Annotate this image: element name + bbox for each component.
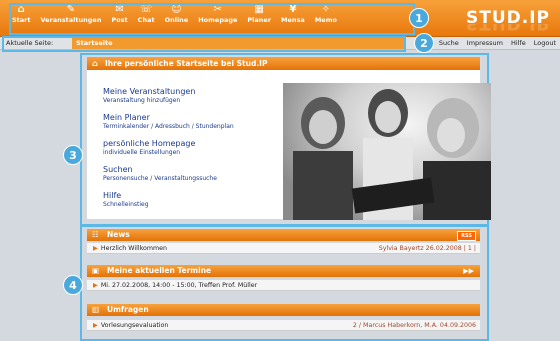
umfragen-title: Umfragen [107, 305, 149, 314]
link-impressum[interactable]: Impressum [467, 37, 503, 49]
start-panel-header: ⌂ Ihre persönliche Startseite bei Stud.I… [87, 57, 480, 70]
expand-arrow-icon[interactable]: ▶ [93, 245, 98, 252]
link-meine-veranstaltungen[interactable]: Meine Veranstaltungen [103, 87, 273, 96]
news-item[interactable]: ▶ Herzlich Willkommen Sylvia Bayertz 26.0… [87, 243, 480, 254]
termine-header: ▣ Meine aktuellen Termine ▶▶ [87, 265, 480, 277]
link-homepage[interactable]: persönliche Homepage [103, 139, 273, 148]
umfrage-item[interactable]: ▶ Vorlesungsevaluation 2 / Marcus Haberko… [87, 320, 480, 331]
start-panel: ⌂ Ihre persönliche Startseite bei Stud.I… [87, 57, 491, 220]
link-mein-planer[interactable]: Mein Planer [103, 113, 273, 122]
link-hilfe-start[interactable]: Hilfe [103, 191, 273, 200]
link-veranstaltung-hinzufuegen[interactable]: Veranstaltung hinzufügen [103, 97, 273, 104]
expand-arrow-icon[interactable]: ▶ [93, 282, 98, 289]
link-logout[interactable]: Logout [534, 37, 556, 49]
news-item-meta: Sylvia Bayertz 26.02.2008 | 1 | [378, 245, 476, 252]
link-suchen-sub[interactable]: Personensuche / Veranstaltungssuche [103, 175, 273, 182]
expand-arrow-icon[interactable]: ▶ [93, 322, 98, 329]
poll-icon: ▥ [92, 305, 100, 314]
link-suchen[interactable]: Suchen [103, 165, 273, 174]
home-icon: ⌂ [92, 59, 98, 68]
news-icon: ☷ [92, 230, 99, 239]
umfrage-item-title[interactable]: Vorlesungsevaluation [101, 322, 169, 329]
link-planer-sub[interactable]: Terminkalender / Adressbuch / Stundenpla… [103, 123, 273, 130]
calendar-icon: ▣ [92, 266, 100, 275]
news-header: ☷ News RSS [87, 229, 480, 241]
link-einstellungen[interactable]: individuelle Einstellungen [103, 149, 273, 156]
termin-item-text[interactable]: Mi. 27.02.2008, 14:00 - 15:00, Treffen P… [101, 282, 257, 289]
news-title: News [107, 230, 130, 239]
callout-number-1: 1 [409, 8, 429, 28]
link-suche[interactable]: Suche [439, 37, 459, 49]
news-item-title[interactable]: Herzlich Willkommen [101, 245, 167, 252]
callout-box-2 [2, 36, 406, 52]
students-photo [283, 83, 491, 220]
forward-icon[interactable]: ▶▶ [463, 265, 474, 277]
top-links: Suche Impressum Hilfe Logout [431, 37, 556, 49]
start-links: Meine Veranstaltungen Veranstaltung hinz… [103, 81, 273, 208]
logo-reflection: STUD.IP [466, 24, 550, 33]
callout-box-1 [9, 3, 415, 35]
rss-button[interactable]: RSS [457, 231, 476, 241]
start-panel-title: Ihre persönliche Startseite bei Stud.IP [105, 59, 268, 68]
callout-number-4: 4 [63, 275, 83, 295]
termin-item[interactable]: ▶ Mi. 27.02.2008, 14:00 - 15:00, Treffen … [87, 280, 480, 291]
link-hilfe[interactable]: Hilfe [511, 37, 526, 49]
umfragen-header: ▥ Umfragen [87, 304, 480, 316]
termine-title: Meine aktuellen Termine [107, 266, 212, 275]
umfrage-item-meta: 2 / Marcus Haberkorn, M.A. 04.09.2006 [352, 322, 476, 329]
link-schnelleinstieg[interactable]: Schnelleinstieg [103, 201, 273, 208]
callout-number-3: 3 [63, 145, 83, 165]
callout-number-2: 2 [414, 33, 434, 53]
